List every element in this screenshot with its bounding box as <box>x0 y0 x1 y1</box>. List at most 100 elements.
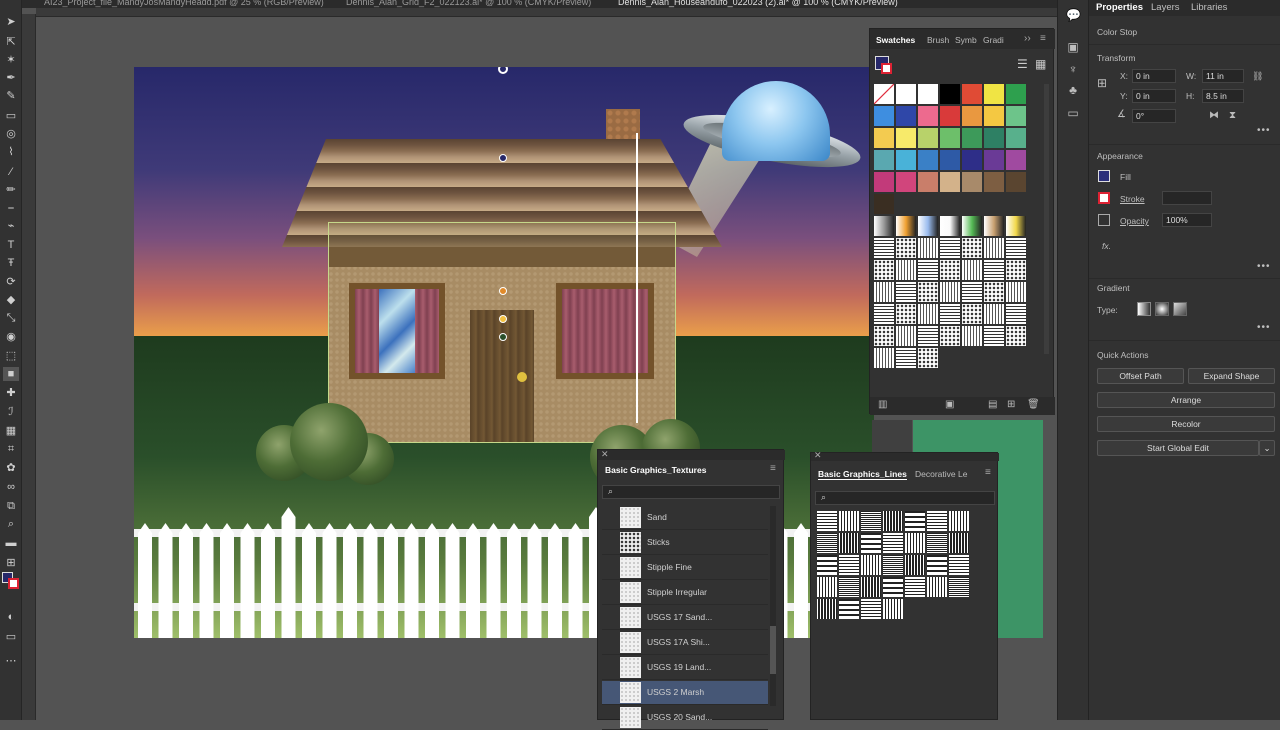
line-pattern-swatch[interactable] <box>817 533 837 553</box>
list-view-icon[interactable]: ☰ <box>1017 57 1028 71</box>
constrain-proportions-icon[interactable]: ⛓ <box>1252 71 1263 82</box>
gradient-swatch[interactable] <box>962 216 982 236</box>
gradient-origin-handle[interactable] <box>498 67 508 74</box>
pattern-swatch[interactable] <box>896 238 916 258</box>
new-color-group-icon[interactable]: ▣ <box>945 399 954 410</box>
texture-list-item[interactable]: USGS 17A Shi... <box>602 631 768 655</box>
swatch[interactable] <box>984 128 1004 148</box>
gradient-stop-2[interactable] <box>499 287 507 295</box>
pattern-swatch[interactable] <box>918 238 938 258</box>
swatch[interactable] <box>874 194 894 214</box>
pattern-swatch[interactable] <box>940 238 960 258</box>
line-pattern-swatch[interactable] <box>927 577 947 597</box>
texture-list-item[interactable]: USGS 2 Marsh <box>602 681 768 705</box>
swatch[interactable] <box>874 172 894 192</box>
line-pattern-swatch[interactable] <box>861 577 881 597</box>
pattern-swatch[interactable] <box>874 348 894 368</box>
line-pattern-swatch[interactable] <box>839 577 859 597</box>
line-pattern-swatch[interactable] <box>839 533 859 553</box>
gradient-swatch[interactable] <box>874 216 894 236</box>
line-pattern-swatch[interactable] <box>861 511 881 531</box>
line-pattern-swatch[interactable] <box>817 511 837 531</box>
panel-expand-icon[interactable]: ›› <box>1024 33 1031 44</box>
x-field[interactable]: 0 in <box>1132 69 1176 83</box>
pattern-swatch[interactable] <box>940 326 960 346</box>
swatch[interactable] <box>940 150 960 170</box>
texture-list-item[interactable]: USGS 17 Sand... <box>602 606 768 630</box>
gradient-stop-3[interactable] <box>499 315 507 323</box>
symbol-sprayer-tool-icon[interactable]: ✿ <box>3 461 19 475</box>
line-pattern-swatch[interactable] <box>949 555 969 575</box>
swatch[interactable] <box>984 106 1004 126</box>
transform-more-icon[interactable]: ••• <box>1257 125 1271 136</box>
swatch[interactable] <box>918 150 938 170</box>
swatch[interactable] <box>962 106 982 126</box>
flip-horizontal-icon[interactable]: ⧓ <box>1209 110 1219 121</box>
panel-menu-icon[interactable]: ≡ <box>1040 33 1046 44</box>
line-pattern-swatch[interactable] <box>817 599 837 619</box>
swatch[interactable] <box>918 128 938 148</box>
swatch[interactable] <box>984 150 1004 170</box>
gradient-stop-1[interactable] <box>499 154 507 162</box>
swatch[interactable] <box>874 84 894 104</box>
graphic-styles-icon[interactable]: ▭ <box>1066 106 1080 120</box>
free-transform-tool-icon[interactable]: ⬚ <box>3 349 19 363</box>
offset-path-button[interactable]: Offset Path <box>1097 368 1184 384</box>
pattern-swatch[interactable] <box>984 304 1004 324</box>
new-swatch-icon[interactable]: ⊞ <box>1007 399 1015 410</box>
line-pattern-swatch[interactable] <box>883 533 903 553</box>
pattern-swatch[interactable] <box>962 238 982 258</box>
swatch-library-icon[interactable]: ▥ <box>878 399 887 410</box>
line-pattern-swatch[interactable] <box>927 555 947 575</box>
swatch[interactable] <box>962 150 982 170</box>
line-pattern-swatch[interactable] <box>883 599 903 619</box>
fill-swatch[interactable] <box>1098 170 1110 182</box>
new-folder-icon[interactable]: ▤ <box>988 399 997 410</box>
pattern-swatch[interactable] <box>896 282 916 302</box>
scale-tool-icon[interactable]: ⤡ <box>3 311 19 325</box>
swatch[interactable] <box>1006 150 1026 170</box>
zoom-tool-icon[interactable]: ⌕ <box>3 517 19 531</box>
document-tab-1[interactable]: AI23_Project_file_MandyJosMandyHeadd.pdf… <box>44 0 324 8</box>
swatch[interactable] <box>1006 128 1026 148</box>
tab-layers[interactable]: Layers <box>1151 2 1180 13</box>
line-pattern-swatch[interactable] <box>861 555 881 575</box>
line-pattern-swatch[interactable] <box>861 533 881 553</box>
pattern-swatch[interactable] <box>874 238 894 258</box>
swatch[interactable] <box>962 172 982 192</box>
swatch[interactable] <box>896 128 916 148</box>
h-field[interactable]: 8.5 in <box>1202 89 1244 103</box>
type-tool-icon[interactable]: T <box>3 238 19 252</box>
warp-tool-icon[interactable]: ◉ <box>3 330 19 344</box>
pattern-swatch[interactable] <box>962 282 982 302</box>
gradient-annotator-line[interactable] <box>636 133 638 423</box>
ufo-dome[interactable] <box>722 81 830 161</box>
line-pattern-swatch[interactable] <box>949 577 969 597</box>
line-pattern-swatch[interactable] <box>883 555 903 575</box>
textures-scrollbar[interactable] <box>770 506 776 706</box>
swatch[interactable] <box>874 128 894 148</box>
stroke-swatch[interactable] <box>1098 192 1110 204</box>
opacity-label[interactable]: Opacity <box>1120 216 1149 226</box>
swatch[interactable] <box>896 150 916 170</box>
blend-tool-icon[interactable]: ∞ <box>3 480 19 494</box>
line-pattern-swatch[interactable] <box>949 533 969 553</box>
lines-panel-title[interactable]: Basic Graphics_Lines <box>818 469 907 480</box>
pattern-swatch[interactable] <box>918 260 938 280</box>
delete-swatch-icon[interactable]: 🗑 <box>1027 399 1040 410</box>
blob-brush-tool-icon[interactable]: ⎯ <box>3 201 19 215</box>
tab-properties[interactable]: Properties <box>1096 2 1143 13</box>
swatch[interactable] <box>896 106 916 126</box>
line-pattern-swatch[interactable] <box>927 533 947 553</box>
pattern-swatch[interactable] <box>874 326 894 346</box>
rotate-field[interactable]: 0° <box>1132 109 1176 123</box>
eraser-tool-icon[interactable]: ◆ <box>3 293 19 307</box>
brushes-icon[interactable]: ♆ <box>1066 62 1080 76</box>
swatch[interactable] <box>896 172 916 192</box>
document-tab-3-active[interactable]: Dennis_Alan_Houseandufo_022023 (2).ai* @… <box>618 0 898 8</box>
swatch[interactable] <box>918 84 938 104</box>
reference-point-icon[interactable]: ⊞ <box>1097 76 1107 90</box>
flip-vertical-icon[interactable]: ⧗ <box>1229 110 1236 121</box>
line-pattern-swatch[interactable] <box>839 555 859 575</box>
tab-gradient[interactable]: Gradi <box>983 35 1004 45</box>
